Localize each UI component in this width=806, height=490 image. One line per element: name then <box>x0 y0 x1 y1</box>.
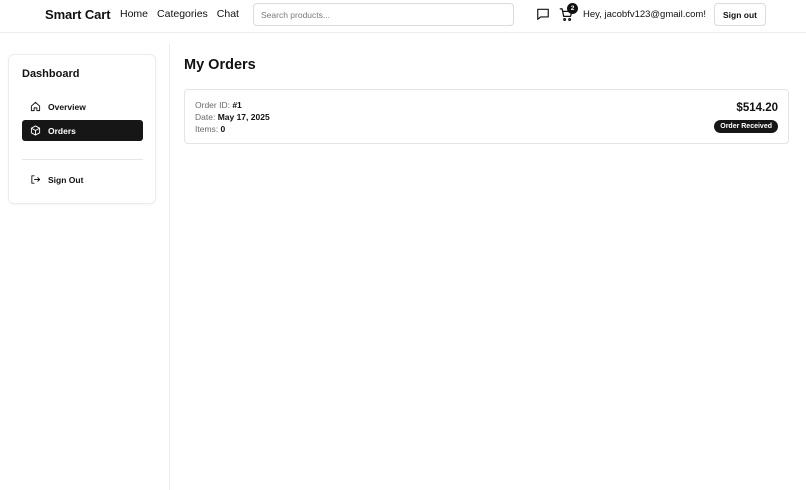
sidebar-divider <box>169 44 170 490</box>
order-card[interactable]: Order ID: #1 Date: May 17, 2025 Items: 0… <box>184 89 789 144</box>
order-id-row: Order ID: #1 <box>195 100 242 110</box>
top-header: Smart Cart Home Categories Chat 2 Hey, j… <box>0 0 806 33</box>
sidebar-item-label: Orders <box>48 125 76 136</box>
status-badge: Order Received <box>714 120 778 133</box>
order-date-value: May 17, 2025 <box>217 112 270 122</box>
sidebar-item-orders[interactable]: Orders <box>22 120 143 141</box>
sidebar-item-sign-out[interactable]: Sign Out <box>22 169 143 190</box>
nav-categories[interactable]: Categories <box>157 8 208 20</box>
order-date-row: Date: May 17, 2025 <box>195 112 270 122</box>
nav-home[interactable]: Home <box>120 8 148 20</box>
user-greeting: Hey, jacobfv123@gmail.com! <box>583 9 706 20</box>
sidebar-item-overview[interactable]: Overview <box>22 96 143 117</box>
sidebar-item-label: Sign Out <box>48 174 84 185</box>
logout-icon <box>31 175 41 184</box>
package-icon <box>30 125 41 136</box>
brand-logo[interactable]: Smart Cart <box>45 7 111 22</box>
order-id-value: #1 <box>232 100 242 110</box>
cart-count-badge: 2 <box>567 3 578 14</box>
sidebar-title: Dashboard <box>22 68 80 80</box>
main-nav: Home Categories Chat <box>120 8 239 20</box>
order-total: $514.20 <box>736 102 778 114</box>
order-id-label: Order ID: <box>195 100 233 110</box>
order-date-label: Date: <box>195 112 218 122</box>
nav-chat[interactable]: Chat <box>217 8 239 20</box>
sign-out-button[interactable]: Sign out <box>714 3 766 26</box>
sidebar-separator <box>22 159 143 160</box>
search-input[interactable] <box>253 3 514 26</box>
sidebar: Dashboard Overview Orders Sign Out <box>8 54 156 204</box>
order-items-row: Items: 0 <box>195 124 225 134</box>
order-items-label: Items: <box>195 124 221 134</box>
page-title: My Orders <box>184 57 256 73</box>
order-items-value: 0 <box>220 124 226 134</box>
chat-bubble-icon[interactable] <box>536 7 550 21</box>
sidebar-item-label: Overview <box>48 101 86 112</box>
home-icon <box>30 101 41 112</box>
